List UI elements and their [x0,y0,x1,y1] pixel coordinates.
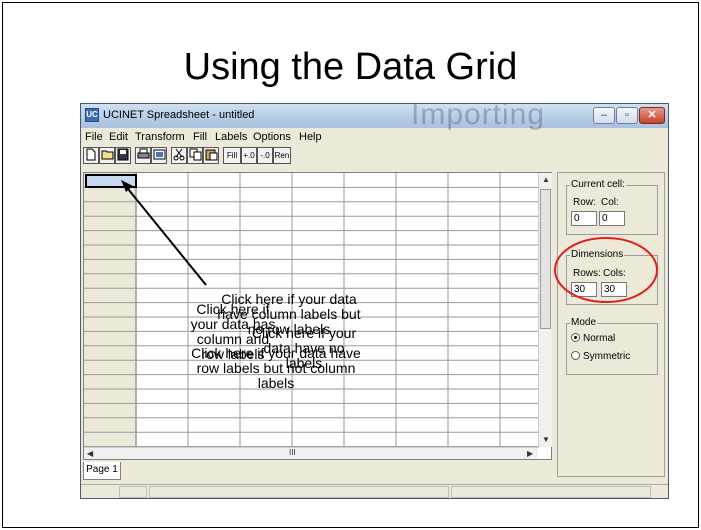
paste-icon[interactable] [203,147,219,164]
scroll-right-icon[interactable]: ▶ [527,449,533,458]
preview-icon[interactable] [151,147,167,164]
radio-selected-icon [571,333,580,342]
window-title: UCINET Spreadsheet - untitled [103,109,255,121]
title-bar[interactable]: UC UCINET Spreadsheet - untitled Importi… [81,104,668,131]
menu-transform[interactable]: Transform [135,131,185,143]
add-decimal-button[interactable]: +.0 [241,147,257,164]
current-row-field[interactable]: 0 [571,211,597,226]
cut-icon[interactable] [171,147,187,164]
side-panel: Current cell: Row: Col: 0 0 Dimensions R… [557,172,665,477]
slide-title: Using the Data Grid [183,46,518,88]
mode-symmetric-radio[interactable]: Symmetric [571,351,630,362]
print-icon[interactable] [135,147,151,164]
dimensions-group: Dimensions Rows: Cols: 30 30 [566,249,658,305]
menu-edit[interactable]: Edit [109,131,128,143]
mode-title: Mode [570,317,598,328]
scroll-up-icon[interactable]: ▲ [542,175,550,184]
status-bar [81,484,668,498]
menu-labels[interactable]: Labels [215,131,247,143]
dimensions-title: Dimensions [570,249,625,260]
menu-file[interactable]: File [85,131,103,143]
mode-symmetric-label: Symmetric [583,351,631,362]
open-folder-icon[interactable] [99,147,115,164]
menu-bar: File Edit Transform Fill Labels Options … [81,129,668,145]
rename-button[interactable]: Ren [273,147,291,164]
status-cell-1 [119,486,147,498]
rows-label: Rows: [573,268,601,279]
cols-label: Cols: [603,268,626,279]
new-file-icon[interactable] [83,147,99,164]
corner-label-cell[interactable] [85,174,137,188]
mode-normal-radio[interactable]: Normal [571,333,615,344]
minimize-button[interactable]: – [593,107,615,124]
toolbar: Fill +.0 -.0 Ren [83,145,383,165]
maximize-button[interactable]: ▫ [616,107,638,124]
scroll-left-icon[interactable]: ◀ [87,449,93,458]
menu-help[interactable]: Help [299,131,322,143]
rows-field[interactable]: 30 [571,282,597,297]
close-button[interactable]: ✕ [639,107,665,124]
scroll-grip[interactable]: III [289,448,296,457]
menu-options[interactable]: Options [253,131,291,143]
save-disk-icon[interactable] [115,147,131,164]
remove-decimal-button[interactable]: -.0 [257,147,273,164]
status-cell-2 [149,486,449,498]
fill-button[interactable]: Fill [223,147,241,164]
horizontal-scrollbar[interactable]: ◀ III ▶ [84,447,538,459]
vertical-scrollbar[interactable]: ▲ ▼ [538,173,552,447]
mode-group: Mode Normal Symmetric [566,317,658,375]
annotation-row-labels: Click here if your data have row labels … [191,345,361,391]
app-icon: UC [85,108,99,122]
status-cell-3 [451,486,651,498]
ucinet-spreadsheet-window: UC UCINET Spreadsheet - untitled Importi… [80,103,669,499]
col-label: Col: [601,197,619,208]
vertical-scroll-thumb[interactable] [540,189,551,329]
cols-field[interactable]: 30 [601,282,627,297]
sheet-tabs: Page 1 [83,462,668,482]
current-cell-group: Current cell: Row: Col: 0 0 [566,179,658,235]
row-label: Row: [573,197,596,208]
mode-normal-label: Normal [583,333,616,344]
tab-page-1[interactable]: Page 1 [83,462,121,480]
menu-fill[interactable]: Fill [193,131,207,143]
copy-icon[interactable] [187,147,203,164]
current-col-field[interactable]: 0 [599,211,625,226]
scroll-down-icon[interactable]: ▼ [542,435,550,444]
current-cell-title: Current cell: [570,179,626,190]
background-window-text: Importing [411,103,546,131]
radio-unselected-icon [571,351,580,360]
